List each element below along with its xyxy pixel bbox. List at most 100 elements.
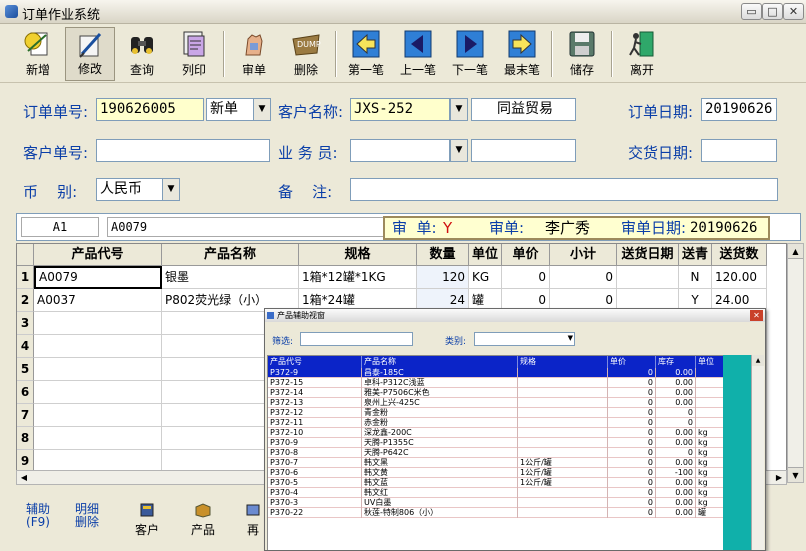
scroll-up-icon[interactable]: ▲	[788, 244, 803, 259]
maximize-button[interactable]: □	[762, 3, 783, 20]
grid-row-number[interactable]: 2	[17, 289, 34, 312]
grid-row-number[interactable]: 1	[17, 266, 34, 289]
grid-cell[interactable]	[34, 312, 162, 335]
grid-header-col-5[interactable]: 单价	[502, 244, 550, 266]
assist-f9-link[interactable]: 辅助 (F9)	[22, 503, 54, 529]
cell-reference-box[interactable]: A1	[21, 217, 99, 237]
currency-dropdown-icon[interactable]: ▼	[162, 178, 180, 201]
print-button[interactable]: 列印	[169, 27, 219, 81]
grid-row-number[interactable]: 4	[17, 335, 34, 358]
product-list-row[interactable]: P370-5 韩文蓝 1公斤/罐 0 0.00 kg	[268, 478, 723, 488]
grid-header-col-1[interactable]: 产品名称	[162, 244, 299, 266]
product-list-row[interactable]: P372-11 赤金粉 0 0	[268, 418, 723, 428]
grid-cell[interactable]: 1箱*12罐*1KG	[299, 266, 417, 289]
grid-row-number[interactable]: 6	[17, 381, 34, 404]
grid-row-number[interactable]: 8	[17, 427, 34, 450]
audit-button[interactable]: 审单	[229, 27, 279, 81]
grid-cell[interactable]: 0	[550, 266, 617, 289]
grid-vertical-scrollbar[interactable]: ▲ ▼	[787, 243, 804, 483]
product-list-row[interactable]: P370-9 天腾-P1355C 0 0.00 kg	[268, 438, 723, 448]
salesman-dropdown-icon[interactable]: ▼	[450, 139, 468, 162]
close-button[interactable]: ✕	[783, 3, 804, 20]
category-dropdown-icon[interactable]: ▼	[568, 334, 573, 342]
grid-header-col-6[interactable]: 小计	[550, 244, 617, 266]
query-button[interactable]: 查询	[117, 27, 167, 81]
grid-header-col-4[interactable]: 单位	[469, 244, 502, 266]
customer-button[interactable]: 客户	[126, 502, 168, 538]
grid-header-col-7[interactable]: 送货日期	[617, 244, 679, 266]
grid-cell[interactable]	[34, 335, 162, 358]
grid-cell[interactable]: KG	[469, 266, 502, 289]
delivery-date-field[interactable]	[701, 139, 777, 162]
product-list-row[interactable]: P370-3 UV白墨 0 0.00 kg	[268, 498, 723, 508]
product-list-scrollbar[interactable]: ▲	[751, 355, 764, 550]
customer-order-field[interactable]	[96, 139, 270, 162]
grid-cell[interactable]	[617, 266, 679, 289]
order-type-select[interactable]: 新单	[206, 98, 260, 121]
list-scroll-up-icon[interactable]: ▲	[752, 355, 764, 366]
product-list-row[interactable]: P370-22 秋莲-特制806（小） 0 0.00 罐	[268, 508, 723, 518]
product-list-row[interactable]: P372-13 泉州上兴-425C 0 0.00	[268, 398, 723, 408]
category-select[interactable]: ▼	[474, 332, 575, 346]
cell-value-box[interactable]: A0079	[107, 217, 392, 237]
product-list-header-col-2[interactable]: 规格	[518, 356, 608, 368]
grid-cell[interactable]: A0037	[34, 289, 162, 312]
filter-input[interactable]	[300, 332, 413, 346]
order-date-field[interactable]: 20190626	[701, 98, 777, 121]
grid-cell[interactable]	[34, 358, 162, 381]
product-button[interactable]: 产品	[182, 502, 224, 538]
customer-dropdown-icon[interactable]: ▼	[450, 98, 468, 121]
grid-header-col-0[interactable]: 产品代号	[34, 244, 162, 266]
order-no-field[interactable]: 190626005	[96, 98, 204, 121]
grid-cell[interactable]: 0	[502, 266, 550, 289]
minimize-button[interactable]: ▭	[741, 3, 762, 20]
scroll-left-icon[interactable]: ◀	[17, 471, 31, 484]
grid-row-number[interactable]: 9	[17, 450, 34, 470]
grid-header-col-2[interactable]: 规格	[299, 244, 417, 266]
delete-button[interactable]: DUMP 删除	[281, 27, 331, 81]
product-list-header-col-1[interactable]: 产品名称	[362, 356, 518, 368]
grid-header-col-3[interactable]: 数量	[417, 244, 469, 266]
product-list[interactable]: 产品代号 产品名称 规格 单价 库存 单位 P372-9 昌泰-185C 0 0.00 P372-1…	[267, 355, 724, 550]
grid-cell[interactable]	[34, 381, 162, 404]
product-list-row[interactable]: P370-6 韩文黄 1公斤/罐 0 -100 kg	[268, 468, 723, 478]
grid-row-number[interactable]: 3	[17, 312, 34, 335]
product-list-header-col-4[interactable]: 库存	[656, 356, 696, 368]
product-assist-dialog[interactable]: 产品辅助视窗 ✕ 筛选: 类别: ▼ 产品代号 产品名称 规格 单价 库存 单位 P372-…	[264, 308, 766, 551]
grid-row-number[interactable]: 5	[17, 358, 34, 381]
product-list-row[interactable]: P370-7 韩文黑 1公斤/罐 0 0.00 kg	[268, 458, 723, 468]
customer-code-field[interactable]: JXS-252	[350, 98, 450, 121]
scroll-down-icon[interactable]: ▼	[788, 467, 803, 482]
grid-header-col-9[interactable]: 送货数	[712, 244, 767, 266]
product-list-row[interactable]: P370-8 天腾-P642C 0 0 kg	[268, 448, 723, 458]
next-record-button[interactable]: 下一笔	[445, 27, 495, 81]
grid-row-number[interactable]: 7	[17, 404, 34, 427]
product-list-row[interactable]: P372-9 昌泰-185C 0 0.00	[268, 368, 723, 378]
salesman-field[interactable]	[350, 139, 450, 162]
prev-record-button[interactable]: 上一笔	[393, 27, 443, 81]
product-list-row[interactable]: P372-14 雅美-P7506C米色 0 0.00	[268, 388, 723, 398]
exit-button[interactable]: 离开	[617, 27, 667, 81]
product-list-row[interactable]: P372-12 青金粉 0 0	[268, 408, 723, 418]
grid-cell[interactable]: N	[679, 266, 712, 289]
grid-cell[interactable]: 银墨	[162, 266, 299, 289]
grid-cell[interactable]	[34, 404, 162, 427]
product-list-header-col-0[interactable]: 产品代号	[268, 356, 362, 368]
detail-delete-link[interactable]: 明细 删除	[71, 503, 103, 529]
grid-cell[interactable]: 120.00	[712, 266, 767, 289]
product-list-row[interactable]: P370-4 韩文红 0 0.00 kg	[268, 488, 723, 498]
edit-button[interactable]: 修改	[65, 27, 115, 81]
grid-header-col-8[interactable]: 送青	[679, 244, 712, 266]
grid-cell[interactable]	[34, 427, 162, 450]
first-record-button[interactable]: 第一笔	[341, 27, 391, 81]
save-button[interactable]: 储存	[557, 27, 607, 81]
order-type-dropdown-icon[interactable]: ▼	[253, 98, 271, 121]
remark-field[interactable]	[350, 178, 778, 201]
grid-cell[interactable]: A0079	[34, 266, 162, 289]
product-list-row[interactable]: P372-15 卓科-P312C浅蓝 0 0.00	[268, 378, 723, 388]
grid-cell[interactable]	[34, 450, 162, 470]
grid-cell[interactable]: 120	[417, 266, 469, 289]
scroll-right-icon[interactable]: ▶	[772, 471, 786, 484]
product-list-row[interactable]: P372-10 深龙鑫-200C 0 0.00 kg	[268, 428, 723, 438]
last-record-button[interactable]: 最末笔	[497, 27, 547, 81]
